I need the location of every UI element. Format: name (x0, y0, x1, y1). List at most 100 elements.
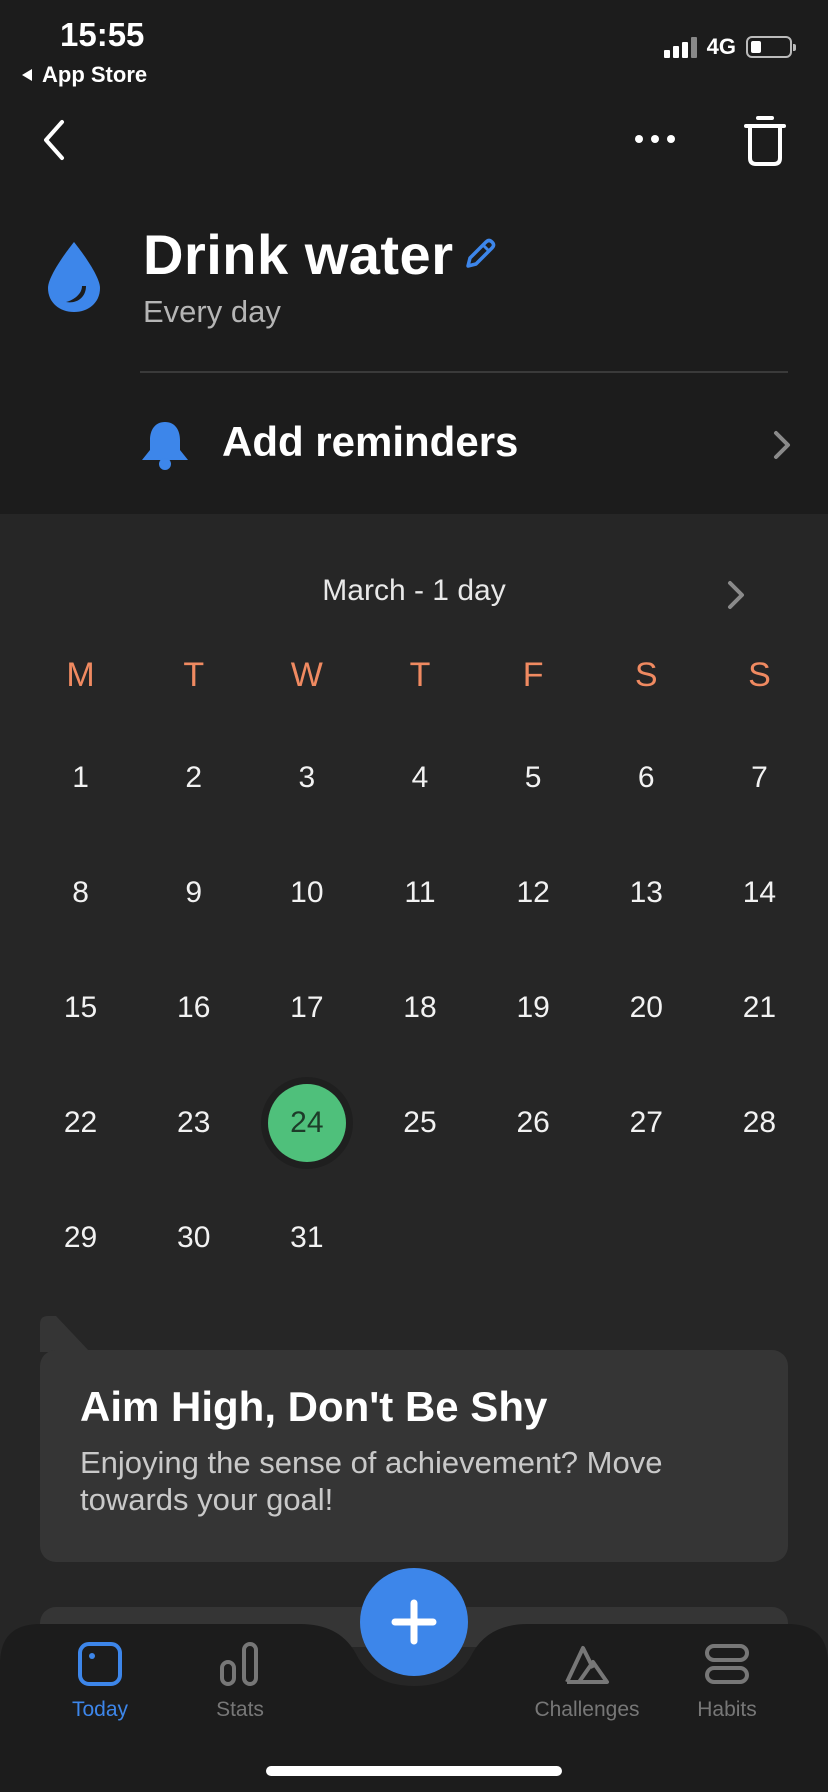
calendar-day-label: 30 (177, 1220, 211, 1254)
weekday-header: M T W T F S S (24, 656, 816, 695)
tab-habits[interactable]: Habits (667, 1640, 787, 1722)
add-reminders-label: Add reminders (222, 418, 519, 465)
calendar-day[interactable]: 19 (477, 950, 590, 1065)
calendar-day[interactable]: 15 (24, 950, 137, 1065)
selected-day-label: 24 (267, 1083, 346, 1162)
tab-challenges[interactable]: Challenges (527, 1640, 647, 1722)
challenges-icon (565, 1646, 609, 1684)
calendar-day-label: 5 (524, 760, 542, 794)
habits-icon (705, 1644, 749, 1684)
divider (140, 371, 788, 373)
calendar-day-selected[interactable]: 24 (250, 1065, 363, 1180)
calendar-day[interactable]: 28 (703, 1065, 816, 1180)
more-options-icon[interactable] (630, 122, 680, 156)
calendar-day-label: 3 (298, 760, 316, 794)
calendar-day[interactable]: 12 (477, 835, 590, 950)
edit-pencil-icon[interactable] (462, 236, 498, 272)
calendar-day-label: 12 (516, 875, 550, 909)
today-icon (78, 1642, 122, 1686)
calendar-day-label: 20 (629, 990, 663, 1024)
calendar-grid: 1 2 3 4 5 6 7 8 9 10 11 12 13 14 15 16 17 18 19 20 21 22 23 24 2… (24, 720, 816, 1295)
network-label: 4G (706, 34, 736, 59)
back-to-app-store[interactable]: App Store (20, 62, 147, 88)
calendar-day-label: 4 (411, 760, 429, 794)
calendar-day[interactable]: 17 (250, 950, 363, 1065)
calendar-day-label: 17 (290, 990, 324, 1024)
weekday-label: T (409, 656, 431, 694)
weekday-label: W (290, 656, 323, 694)
calendar-day-label: 10 (290, 875, 324, 909)
stats-icon (220, 1642, 258, 1686)
calendar-day-label: 28 (742, 1105, 777, 1139)
tab-label: Challenges (534, 1698, 640, 1721)
calendar-day-label: 22 (63, 1105, 98, 1139)
tab-label: Stats (216, 1698, 264, 1721)
calendar-day-label: 2 (185, 760, 203, 794)
calendar-day[interactable]: 25 (363, 1065, 476, 1180)
calendar-day[interactable]: 30 (137, 1180, 250, 1295)
tab-label: Habits (697, 1698, 757, 1721)
calendar-day[interactable]: 27 (590, 1065, 703, 1180)
calendar-day-label: 1 (72, 760, 89, 794)
habit-title: Drink water (143, 223, 454, 286)
calendar-day[interactable]: 5 (477, 720, 590, 835)
back-triangle-icon (22, 69, 32, 81)
tab-today[interactable]: Today (40, 1640, 160, 1722)
calendar-day[interactable]: 7 (703, 720, 816, 835)
water-drop-icon (48, 242, 100, 312)
calendar-day-label: 26 (516, 1105, 550, 1139)
calendar-day[interactable]: 2 (137, 720, 250, 835)
calendar-day[interactable]: 6 (590, 720, 703, 835)
calendar-day[interactable]: 4 (363, 720, 476, 835)
calendar-day[interactable]: 20 (590, 950, 703, 1065)
calendar-day[interactable]: 29 (24, 1180, 137, 1295)
selected-day-ring: 24 (260, 1076, 353, 1169)
calendar-day-label: 14 (742, 875, 777, 909)
motivation-text: Enjoying the sense of achievement? Move … (80, 1445, 663, 1517)
battery-icon (746, 36, 796, 58)
weekday-label: M (66, 656, 95, 694)
calendar-day[interactable]: 1 (24, 720, 137, 835)
calendar-day-label: 23 (177, 1105, 211, 1139)
trash-icon[interactable] (740, 112, 790, 168)
calendar-day-label: 21 (742, 990, 777, 1024)
tab-label: Today (71, 1698, 129, 1721)
calendar-day[interactable]: 11 (363, 835, 476, 950)
plus-icon (391, 1599, 437, 1645)
calendar-day[interactable]: 26 (477, 1065, 590, 1180)
calendar-day[interactable]: 18 (363, 950, 476, 1065)
calendar-day[interactable]: 13 (590, 835, 703, 950)
calendar-day-label: 11 (404, 875, 436, 909)
calendar-day-label: 31 (290, 1220, 324, 1254)
habit-frequency: Every day (143, 294, 281, 329)
calendar-day[interactable]: 16 (137, 950, 250, 1065)
calendar-day-label: 6 (637, 760, 655, 794)
add-button[interactable] (360, 1568, 468, 1676)
calendar-day[interactable]: 22 (24, 1065, 137, 1180)
chevron-right-icon (774, 431, 790, 459)
calendar-day[interactable]: 21 (703, 950, 816, 1065)
motivation-title: Aim High, Don't Be Shy (80, 1383, 548, 1430)
calendar-day-label: 8 (72, 875, 89, 909)
calendar-day-label: 29 (63, 1220, 98, 1254)
back-chevron-icon[interactable] (36, 116, 76, 164)
calendar-day[interactable]: 8 (24, 835, 137, 950)
calendar-day-label: 25 (403, 1105, 437, 1139)
calendar-day-label: 7 (751, 760, 768, 794)
bell-icon (142, 422, 188, 470)
calendar-day[interactable]: 14 (703, 835, 816, 950)
home-indicator (266, 1766, 562, 1776)
calendar-day[interactable]: 9 (137, 835, 250, 950)
status-time: 15:55 (60, 16, 145, 53)
weekday-label: F (522, 656, 544, 694)
next-month-icon[interactable] (724, 578, 748, 612)
calendar-day-label: 13 (629, 875, 663, 909)
calendar-day-label: 18 (403, 990, 437, 1024)
back-app-label: App Store (42, 62, 148, 87)
calendar-day-label: 16 (177, 990, 211, 1024)
calendar-day[interactable]: 31 (250, 1180, 363, 1295)
calendar-day[interactable]: 23 (137, 1065, 250, 1180)
calendar-day[interactable]: 10 (250, 835, 363, 950)
tab-stats[interactable]: Stats (180, 1640, 300, 1722)
calendar-day[interactable]: 3 (250, 720, 363, 835)
